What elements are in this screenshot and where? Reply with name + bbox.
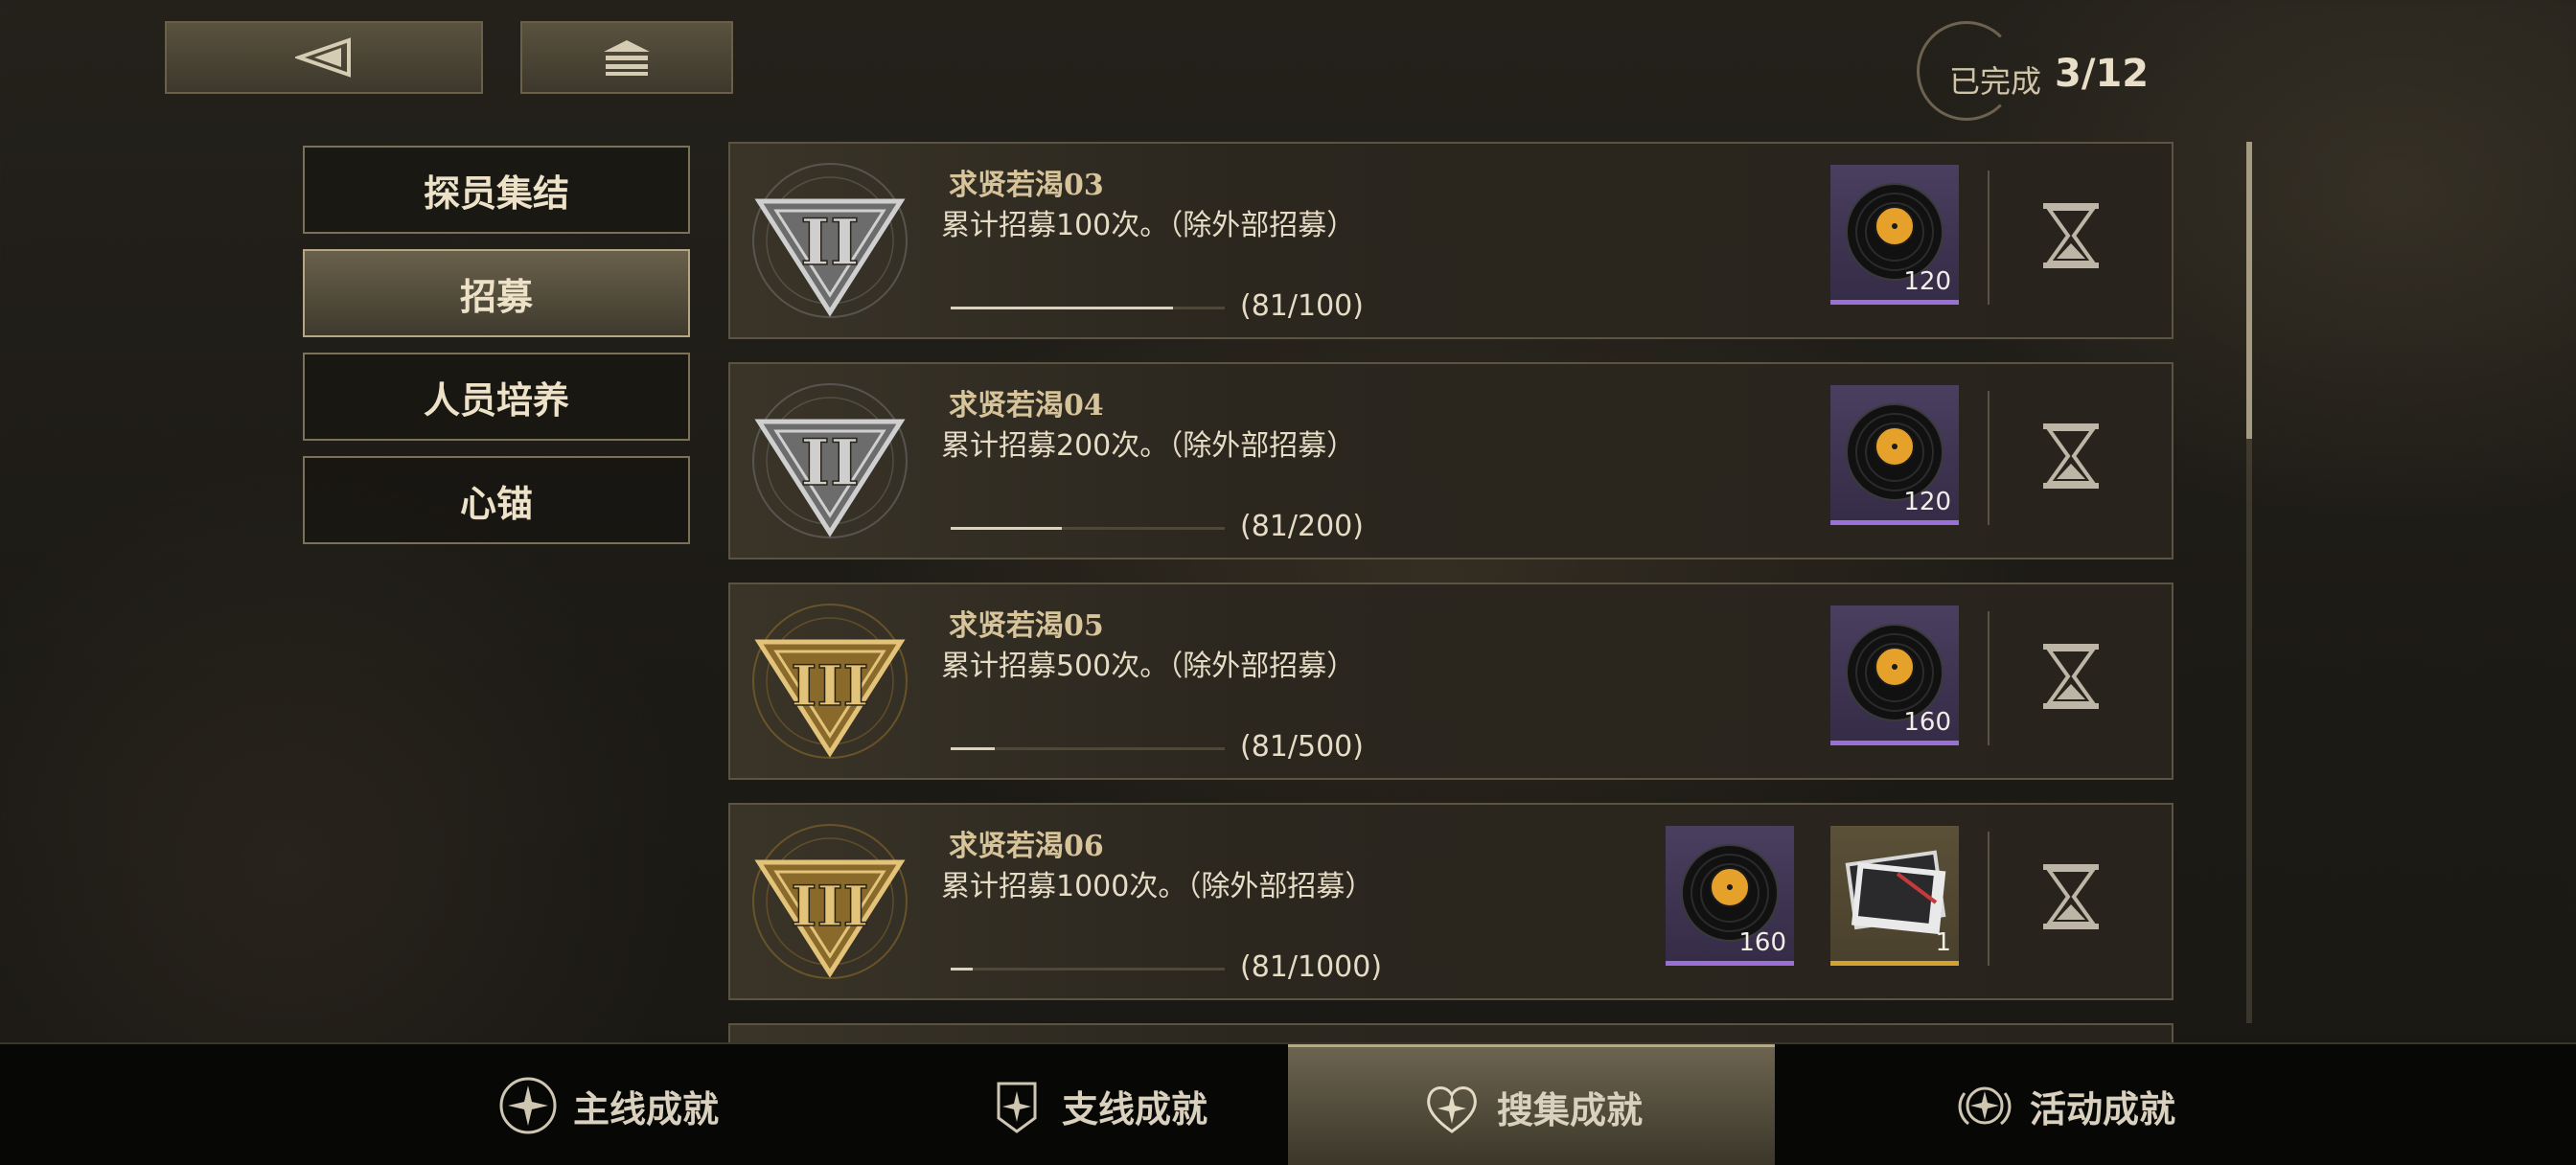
scrollbar-thumb[interactable] [2246, 142, 2252, 439]
category-recruit[interactable]: 招募 [303, 249, 690, 337]
reward-item[interactable]: 160 [1830, 605, 1959, 745]
progress-text: (81/100) [1240, 289, 1364, 323]
svg-text:III: III [791, 874, 868, 939]
svg-text:II: II [800, 205, 860, 280]
achievement-desc: 累计招募200次。（除外部招募） [941, 429, 1356, 463]
progress-bar [951, 527, 1225, 530]
back-triangle-icon [295, 37, 351, 78]
achievement-row: II 求贤若渴03 累计招募100次。（除外部招募） (81/100) 120 [728, 142, 2174, 339]
achievement-desc: 累计招募100次。（除外部招募） [941, 209, 1356, 242]
star-circle-icon [499, 1077, 557, 1134]
bottom-tab-bar: 主线成就 支线成就 搜集成就 活动成就 [0, 1042, 2576, 1165]
tab-side-achievements[interactable]: 支线成就 [853, 1044, 1340, 1165]
svg-text:III: III [791, 653, 868, 719]
divider [1988, 391, 1990, 525]
achievement-row: II 求贤若渴04 累计招募200次。（除外部招募） (81/200) 120 [728, 362, 2174, 560]
achievement-title: 求贤若渴05 [949, 609, 1104, 643]
category-label: 心锚 [459, 481, 533, 525]
star-heart-icon [1427, 1085, 1477, 1133]
progress-bar [951, 968, 1225, 971]
achievement-row: III 求贤若渴05 累计招募500次。（除外部招募） (81/500) 160 [728, 582, 2174, 780]
achievement-desc: 累计招募1000次。（除外部招募） [941, 870, 1374, 903]
completed-value: 3/12 [2055, 52, 2150, 96]
category-label: 探员集结 [423, 171, 569, 215]
hourglass-icon [2043, 423, 2099, 489]
hourglass-icon [2043, 203, 2099, 268]
divider [1988, 171, 1990, 305]
reward-item[interactable]: 120 [1830, 165, 1959, 305]
completed-label: 已完成 [1949, 63, 2042, 100]
category-heart-anchor[interactable]: 心锚 [303, 456, 690, 544]
reward-qty: 1 [1935, 928, 1951, 957]
progress-text: (81/1000) [1240, 950, 1383, 984]
reward-qty: 120 [1903, 488, 1951, 516]
achievement-row: III 求贤若渴06 累计招募1000次。（除外部招募） (81/1000) 1… [728, 803, 2174, 1000]
tier-badge-icon: II [752, 163, 908, 318]
progress-fill [951, 527, 1062, 530]
reward-qty: 160 [1903, 708, 1951, 737]
home-stack-icon [604, 40, 650, 76]
tab-main-achievements[interactable]: 主线成就 [364, 1044, 851, 1165]
achievement-title: 求贤若渴03 [949, 169, 1104, 202]
reward-item[interactable]: 1 [1830, 826, 1959, 966]
progress-bar [951, 747, 1225, 750]
tier-badge-icon: II [752, 383, 908, 538]
progress-fill [951, 747, 996, 750]
achievement-list[interactable]: II 求贤若渴03 累计招募100次。（除外部招募） (81/100) 120 … [728, 142, 2175, 1042]
achievement-desc: 累计招募500次。（除外部招募） [941, 650, 1356, 683]
hourglass-icon [2043, 864, 2099, 929]
category-agent-gather[interactable]: 探员集结 [303, 146, 690, 234]
divider [1988, 611, 1990, 745]
progress-fill [951, 968, 974, 971]
progress-text: (81/200) [1240, 510, 1364, 543]
list-scrollbar[interactable] [2246, 142, 2252, 1023]
achievement-title: 求贤若渴04 [949, 389, 1104, 423]
completed-counter: 已完成 3/12 [1917, 19, 2150, 125]
achievement-title: 求贤若渴06 [949, 830, 1104, 863]
progress-fill [951, 307, 1173, 309]
svg-text:II: II [800, 425, 860, 500]
tab-event-achievements[interactable]: 活动成就 [1821, 1044, 2308, 1165]
home-button[interactable] [520, 21, 733, 94]
progress-text: (81/500) [1240, 730, 1364, 764]
reward-qty: 120 [1903, 267, 1951, 296]
reward-item[interactable]: 120 [1830, 385, 1959, 525]
star-badge-icon [997, 1082, 1037, 1133]
category-training[interactable]: 人员培养 [303, 353, 690, 441]
star-wings-icon [1958, 1086, 2012, 1126]
tier-badge-icon: III [752, 604, 908, 759]
hourglass-icon [2043, 644, 2099, 709]
category-label: 招募 [459, 274, 533, 318]
tab-label: 活动成就 [2029, 1086, 2175, 1131]
tab-label: 支线成就 [1061, 1086, 1208, 1131]
back-button[interactable] [165, 21, 483, 94]
tab-label: 搜集成就 [1496, 1088, 1643, 1131]
tab-label: 主线成就 [572, 1086, 719, 1131]
progress-bar [951, 307, 1225, 309]
tab-collection-achievements[interactable]: 搜集成就 [1288, 1044, 1775, 1165]
divider [1988, 832, 1990, 966]
tier-badge-icon: III [752, 824, 908, 979]
achievement-row-partial [728, 1023, 2174, 1042]
reward-qty: 160 [1738, 928, 1786, 957]
category-label: 人员培养 [423, 377, 569, 422]
reward-item[interactable]: 160 [1666, 826, 1794, 966]
